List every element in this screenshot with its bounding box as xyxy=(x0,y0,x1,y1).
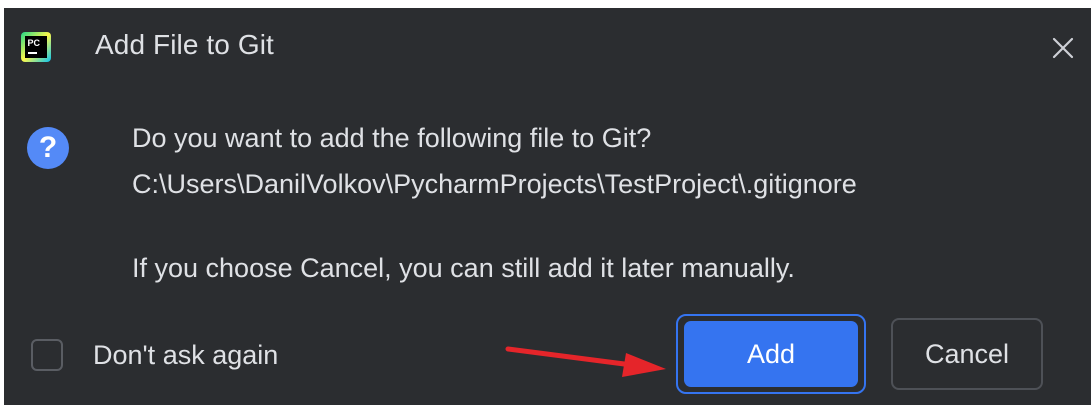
dialog-title: Add File to Git xyxy=(95,29,274,60)
dont-ask-again-checkbox[interactable] xyxy=(31,339,63,371)
add-file-to-git-dialog: PC Add File to Git ? Do you want to add … xyxy=(4,8,1091,405)
message-hint: If you choose Cancel, you can still add … xyxy=(132,253,795,283)
dont-ask-again-option[interactable]: Don't ask again xyxy=(31,335,278,375)
red-arrow-annotation xyxy=(505,346,666,377)
close-icon[interactable] xyxy=(1047,32,1079,64)
cancel-button[interactable]: Cancel xyxy=(891,318,1043,390)
message-question: Do you want to add the following file to… xyxy=(132,123,652,153)
add-button[interactable]: Add xyxy=(684,321,858,387)
svg-text:PC: PC xyxy=(28,38,41,48)
dont-ask-again-label: Don't ask again xyxy=(93,339,279,370)
pycharm-icon: PC xyxy=(21,32,51,62)
title-bar: PC Add File to Git xyxy=(4,8,1091,88)
message-file-path: C:\Users\DanilVolkov\PycharmProjects\Tes… xyxy=(132,169,857,199)
question-icon: ? xyxy=(27,127,69,169)
